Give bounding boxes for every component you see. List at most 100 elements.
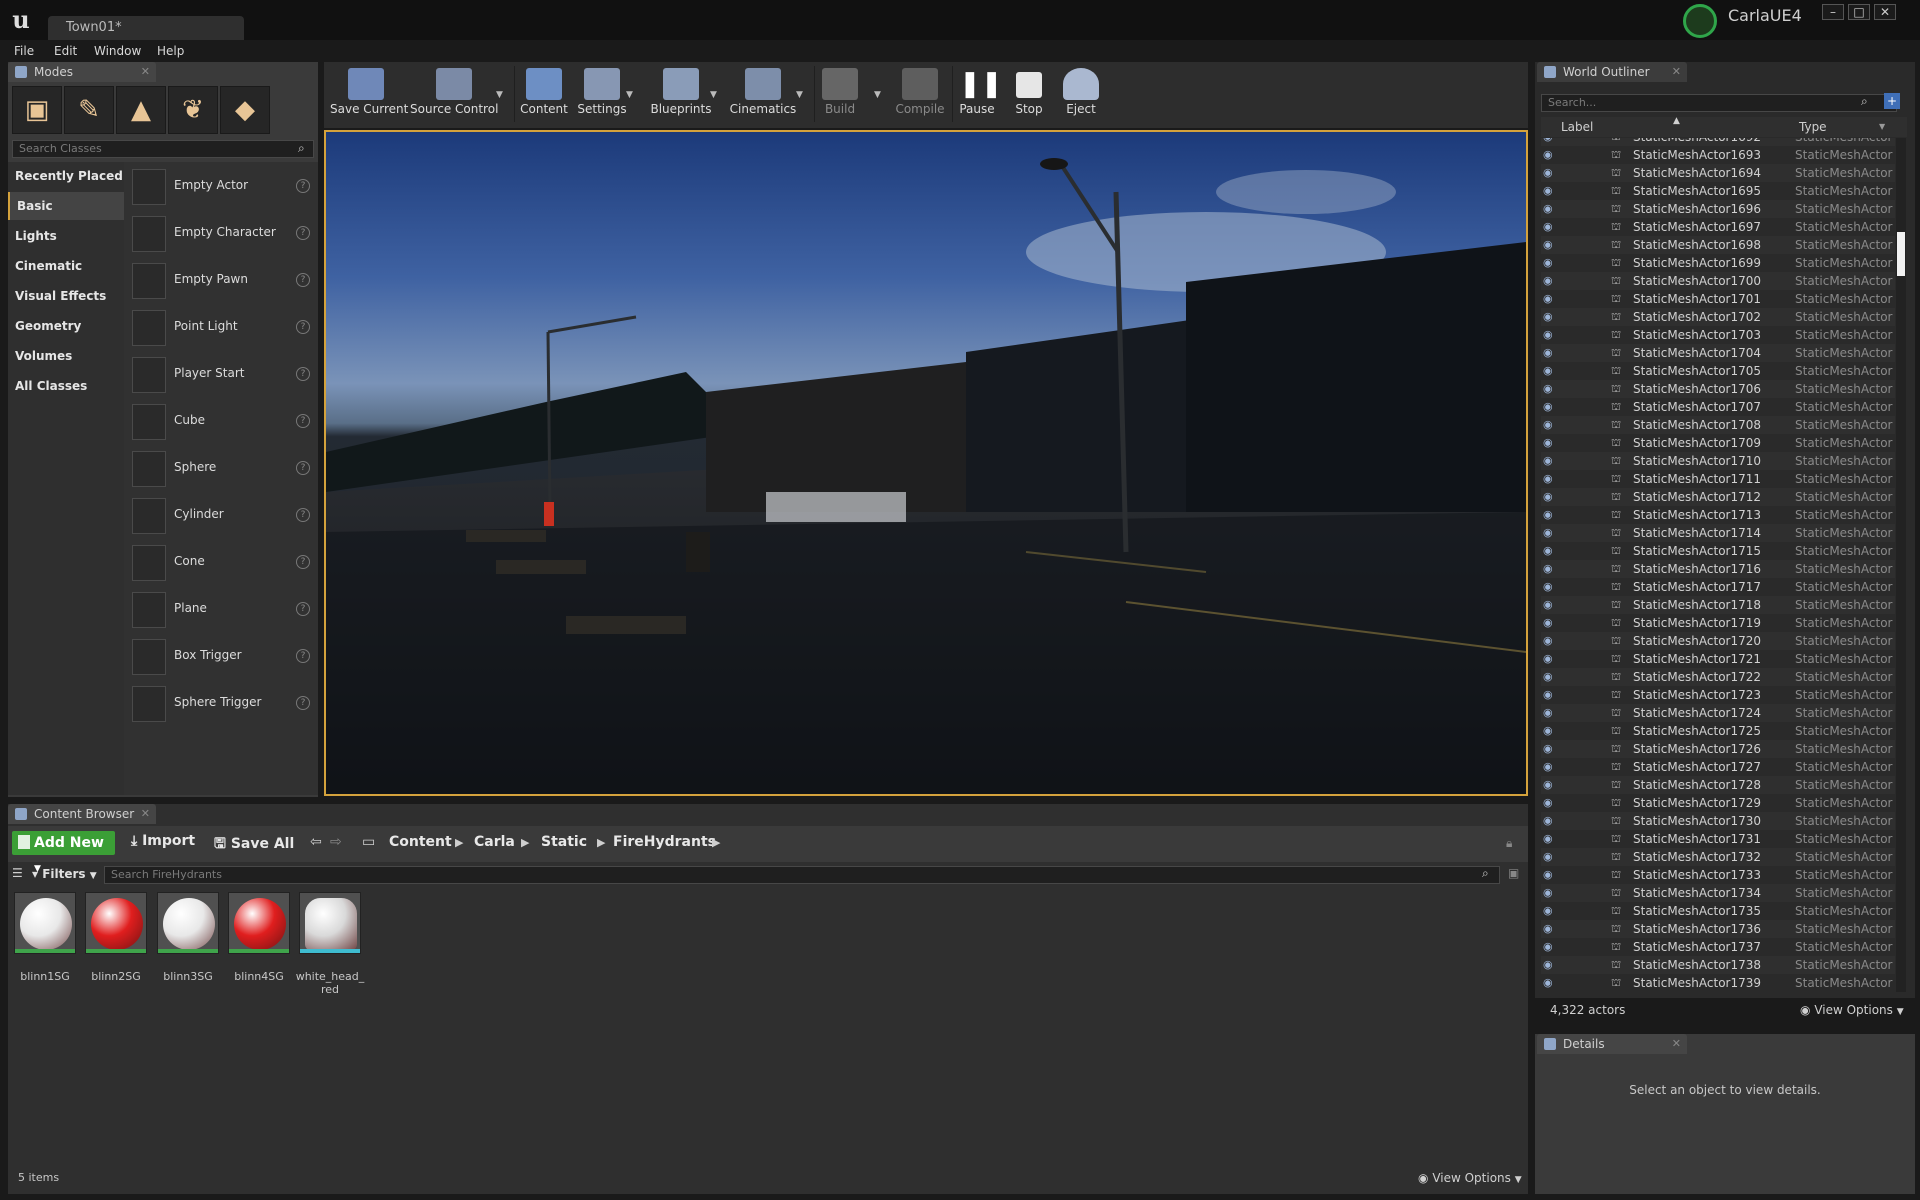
- import-button[interactable]: ⤓ Import: [131, 833, 195, 849]
- close-icon[interactable]: ✕: [1672, 1034, 1681, 1054]
- outliner-row[interactable]: ◉ ⛫ StaticMeshActor1694 StaticMeshActor: [1541, 164, 1895, 182]
- outliner-row[interactable]: ◉ ⛫ StaticMeshActor1719 StaticMeshActor: [1541, 614, 1895, 632]
- outliner-row[interactable]: ◉ ⛫ StaticMeshActor1708 StaticMeshActor: [1541, 416, 1895, 434]
- visibility-eye-icon[interactable]: ◉: [1543, 274, 1557, 288]
- add-folder-icon[interactable]: +: [1884, 93, 1900, 109]
- outliner-row[interactable]: ◉ ⛫ StaticMeshActor1711 StaticMeshActor: [1541, 470, 1895, 488]
- visibility-eye-icon[interactable]: ◉: [1543, 400, 1557, 414]
- help-icon[interactable]: ?: [296, 226, 310, 240]
- outliner-row[interactable]: ◉ ⛫ StaticMeshActor1720 StaticMeshActor: [1541, 632, 1895, 650]
- help-icon[interactable]: ?: [296, 602, 310, 616]
- help-icon[interactable]: ?: [296, 649, 310, 663]
- help-icon[interactable]: ?: [296, 696, 310, 710]
- visibility-eye-icon[interactable]: ◉: [1543, 688, 1557, 702]
- save-current-button[interactable]: Save Current: [330, 64, 408, 124]
- visibility-eye-icon[interactable]: ◉: [1543, 868, 1557, 882]
- visibility-eye-icon[interactable]: ◉: [1543, 202, 1557, 216]
- category-volumes[interactable]: Volumes: [8, 342, 124, 370]
- menu-edit[interactable]: Edit: [54, 44, 77, 58]
- outliner-row[interactable]: ◉ ⛫ StaticMeshActor1733 StaticMeshActor: [1541, 866, 1895, 884]
- content-search-input[interactable]: Search FireHydrants: [104, 866, 1500, 884]
- outliner-row[interactable]: ◉ ⛫ StaticMeshActor1707 StaticMeshActor: [1541, 398, 1895, 416]
- visibility-eye-icon[interactable]: ◉: [1543, 922, 1557, 936]
- help-icon[interactable]: ?: [296, 273, 310, 287]
- visibility-eye-icon[interactable]: ◉: [1543, 706, 1557, 720]
- outliner-row[interactable]: ◉ ⛫ StaticMeshActor1722 StaticMeshActor: [1541, 668, 1895, 686]
- outliner-row[interactable]: ◉ ⛫ StaticMeshActor1729 StaticMeshActor: [1541, 794, 1895, 812]
- pause-button[interactable]: ❚❚ Pause: [956, 64, 1003, 124]
- chevron-down-icon[interactable]: ▼: [496, 90, 503, 100]
- visibility-eye-icon[interactable]: ◉: [1543, 616, 1557, 630]
- visibility-eye-icon[interactable]: ◉: [1543, 742, 1557, 756]
- place-item-point-light[interactable]: Point Light?: [130, 305, 314, 349]
- help-icon[interactable]: ?: [296, 367, 310, 381]
- visibility-eye-icon[interactable]: ◉: [1543, 760, 1557, 774]
- modes-tab[interactable]: Modes ✕: [8, 62, 156, 82]
- outliner-row[interactable]: ◉ ⛫ StaticMeshActor1721 StaticMeshActor: [1541, 650, 1895, 668]
- visibility-eye-icon[interactable]: ◉: [1543, 814, 1557, 828]
- category-recently-placed[interactable]: Recently Placed: [8, 162, 124, 190]
- content-button[interactable]: Content: [518, 64, 570, 124]
- outliner-row[interactable]: ◉ ⛫ StaticMeshActor1727 StaticMeshActor: [1541, 758, 1895, 776]
- place-item-empty-character[interactable]: Empty Character?: [130, 211, 314, 255]
- visibility-eye-icon[interactable]: ◉: [1543, 184, 1557, 198]
- outliner-search-input[interactable]: Search...: [1541, 94, 1897, 112]
- visibility-eye-icon[interactable]: ◉: [1543, 310, 1557, 324]
- world-outliner-tab[interactable]: World Outliner ✕: [1537, 62, 1687, 82]
- outliner-row[interactable]: ◉ ⛫ StaticMeshActor1734 StaticMeshActor: [1541, 884, 1895, 902]
- breadcrumb-arrow-icon[interactable]: ▶: [521, 836, 529, 849]
- visibility-eye-icon[interactable]: ◉: [1543, 796, 1557, 810]
- help-icon[interactable]: ?: [296, 320, 310, 334]
- visibility-eye-icon[interactable]: ◉: [1543, 364, 1557, 378]
- outliner-row[interactable]: ◉ ⛫ StaticMeshActor1703 StaticMeshActor: [1541, 326, 1895, 344]
- filters-button[interactable]: ▾ Filters ▼: [32, 867, 97, 881]
- visibility-eye-icon[interactable]: ◉: [1543, 418, 1557, 432]
- visibility-eye-icon[interactable]: ◉: [1543, 652, 1557, 666]
- save-all-button[interactable]: 🖫 Save All: [214, 833, 294, 857]
- outliner-row[interactable]: ◉ ⛫ StaticMeshActor1717 StaticMeshActor: [1541, 578, 1895, 596]
- place-item-plane[interactable]: Plane?: [130, 587, 314, 631]
- outliner-row[interactable]: ◉ ⛫ StaticMeshActor1713 StaticMeshActor: [1541, 506, 1895, 524]
- column-type-header[interactable]: Type: [1799, 120, 1827, 134]
- outliner-view-options-button[interactable]: ◉ View Options ▼: [1800, 1003, 1904, 1017]
- outliner-row[interactable]: ◉ ⛫ StaticMeshActor1693 StaticMeshActor: [1541, 146, 1895, 164]
- visibility-eye-icon[interactable]: ◉: [1543, 508, 1557, 522]
- visibility-eye-icon[interactable]: ◉: [1543, 670, 1557, 684]
- chevron-down-icon[interactable]: ▼: [796, 90, 803, 100]
- compile-button[interactable]: Compile: [892, 64, 948, 124]
- close-icon[interactable]: ✕: [141, 804, 150, 824]
- asset-tile[interactable]: [85, 892, 147, 954]
- visibility-eye-icon[interactable]: ◉: [1543, 832, 1557, 846]
- geometry-mode-icon[interactable]: ◆: [220, 86, 270, 134]
- close-icon[interactable]: ✕: [141, 62, 150, 82]
- place-item-cylinder[interactable]: Cylinder?: [130, 493, 314, 537]
- outliner-row[interactable]: ◉ ⛫ StaticMeshActor1716 StaticMeshActor: [1541, 560, 1895, 578]
- visibility-eye-icon[interactable]: ◉: [1543, 940, 1557, 954]
- outliner-row[interactable]: ◉ ⛫ StaticMeshActor1702 StaticMeshActor: [1541, 308, 1895, 326]
- visibility-eye-icon[interactable]: ◉: [1543, 382, 1557, 396]
- level-viewport[interactable]: [324, 130, 1528, 796]
- lock-icon[interactable]: 🔒︎: [1506, 836, 1512, 851]
- category-geometry[interactable]: Geometry: [8, 312, 124, 340]
- visibility-eye-icon[interactable]: ◉: [1543, 544, 1557, 558]
- help-icon[interactable]: ?: [296, 414, 310, 428]
- outliner-row[interactable]: ◉ ⛫ StaticMeshActor1712 StaticMeshActor: [1541, 488, 1895, 506]
- breadcrumb-carla[interactable]: Carla: [474, 834, 515, 850]
- search-classes-input[interactable]: Search Classes: [12, 140, 314, 158]
- visibility-eye-icon[interactable]: ◉: [1543, 958, 1557, 972]
- visibility-eye-icon[interactable]: ◉: [1543, 166, 1557, 180]
- outliner-row[interactable]: ◉ ⛫ StaticMeshActor1724 StaticMeshActor: [1541, 704, 1895, 722]
- menu-help[interactable]: Help: [157, 44, 184, 58]
- chevron-down-icon[interactable]: ▼: [874, 90, 881, 100]
- outliner-row[interactable]: ◉ ⛫ StaticMeshActor1726 StaticMeshActor: [1541, 740, 1895, 758]
- forward-arrow-icon[interactable]: ⇨: [330, 834, 342, 850]
- category-lights[interactable]: Lights: [8, 222, 124, 250]
- visibility-eye-icon[interactable]: ◉: [1543, 526, 1557, 540]
- help-icon[interactable]: ?: [296, 461, 310, 475]
- outliner-row[interactable]: ◉ ⛫ StaticMeshActor1706 StaticMeshActor: [1541, 380, 1895, 398]
- outliner-row[interactable]: ◉ ⛫ StaticMeshActor1696 StaticMeshActor: [1541, 200, 1895, 218]
- build-button[interactable]: Build: [818, 64, 862, 124]
- help-icon[interactable]: ?: [296, 508, 310, 522]
- asset-tile[interactable]: [228, 892, 290, 954]
- breadcrumb-arrow-icon[interactable]: ▶: [455, 836, 463, 849]
